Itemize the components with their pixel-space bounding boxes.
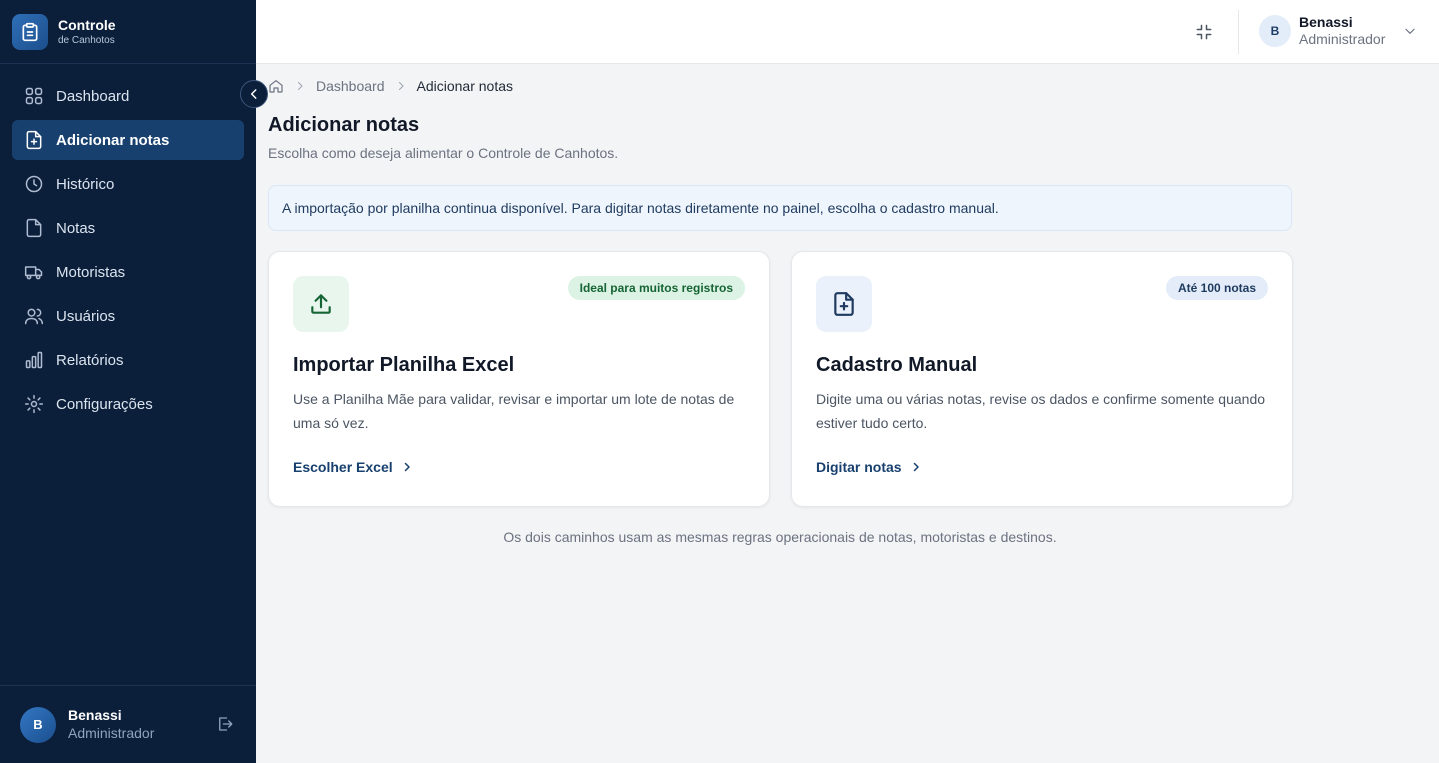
- user-role: Administrador: [1299, 30, 1386, 47]
- sidebar-item-label: Usuários: [56, 307, 116, 325]
- sidebar-item-motoristas[interactable]: Motoristas: [12, 252, 244, 292]
- sidebar-item-label: Notas: [56, 219, 96, 237]
- footnote: Os dois caminhos usam as mesmas regras o…: [503, 529, 1057, 545]
- sidebar-item-dashboard[interactable]: Dashboard: [12, 76, 244, 116]
- sidebar-item-relatorios[interactable]: Relatórios: [12, 340, 244, 380]
- page-subtitle: Escolha como deseja alimentar o Controle…: [268, 145, 619, 161]
- sidebar-item-label: Configurações: [56, 395, 153, 413]
- brand[interactable]: Controle de Canhotos: [0, 0, 256, 64]
- chevron-left-icon: [250, 89, 257, 99]
- chevron-right-icon: [398, 82, 404, 90]
- collapse-sidebar-button[interactable]: [240, 80, 268, 108]
- import-excel-card[interactable]: Ideal para muitos registros Importar Pla…: [268, 251, 770, 507]
- choose-excel-link[interactable]: Escolher Excel: [293, 459, 413, 475]
- avatar: B: [1259, 14, 1291, 47]
- gear-icon: [24, 394, 44, 414]
- clipboard-logo-icon: [12, 13, 48, 50]
- breadcrumb-dashboard[interactable]: Dashboard: [316, 78, 385, 94]
- chevron-down-icon: [1405, 28, 1416, 34]
- sidebar-item-label: Relatórios: [56, 351, 124, 369]
- card-description: Digite uma ou várias notas, revise os da…: [816, 391, 1266, 431]
- main-content: Dashboard Adicionar notas Adicionar nota…: [268, 64, 1293, 545]
- sidebar-item-label: Histórico: [56, 175, 115, 193]
- brand-subtitle: de Canhotos: [58, 34, 115, 46]
- chevron-right-icon: [913, 462, 919, 472]
- card-title: Importar Planilha Excel: [293, 354, 515, 376]
- options-cards: Ideal para muitos registros Importar Pla…: [268, 251, 1293, 507]
- sidebar-item-label: Dashboard: [56, 87, 130, 105]
- home-icon[interactable]: [268, 78, 284, 94]
- avatar[interactable]: B: [20, 706, 56, 743]
- exit-fullscreen-icon[interactable]: [1194, 22, 1214, 42]
- clock-icon: [25, 175, 43, 193]
- chevron-right-icon: [298, 82, 303, 90]
- link-label: Digitar notas: [816, 459, 902, 475]
- user-menu[interactable]: B Benassi Administrador: [1259, 14, 1417, 48]
- sidebar-item-label: Adicionar notas: [56, 131, 170, 149]
- bar-chart-icon: [25, 351, 43, 369]
- breadcrumb: Dashboard Adicionar notas: [268, 64, 1292, 108]
- sidebar-nav: Dashboard Adicionar notas Histórico Nota…: [0, 64, 256, 424]
- card-description: Use a Planilha Mãe para validar, revisar…: [293, 391, 735, 431]
- breadcrumb-current: Adicionar notas: [416, 78, 514, 94]
- file-plus-icon: [26, 130, 42, 150]
- file-icon: [26, 218, 42, 238]
- sidebar-item-configuracoes[interactable]: Configurações: [12, 384, 244, 424]
- divider: [1238, 10, 1239, 54]
- dashboard-icon: [25, 87, 43, 105]
- status-badge: Ideal para muitos registros: [567, 276, 745, 300]
- sidebar-item-historico[interactable]: Histórico: [12, 164, 244, 204]
- brand-title: Controle: [58, 16, 116, 33]
- top-bar: B Benassi Administrador: [256, 0, 1439, 64]
- logout-icon[interactable]: [216, 715, 234, 733]
- sidebar-item-notas[interactable]: Notas: [12, 208, 244, 248]
- sidebar-item-adicionar-notas[interactable]: Adicionar notas: [12, 120, 244, 160]
- users-icon: [24, 308, 44, 325]
- truck-icon: [24, 266, 43, 280]
- user-name: Benassi: [1299, 14, 1353, 30]
- upload-icon: [293, 276, 349, 332]
- status-badge: Até 100 notas: [1165, 276, 1268, 300]
- sidebar-item-label: Motoristas: [56, 263, 126, 281]
- sidebar-user: B Benassi Administrador: [0, 685, 256, 763]
- sidebar-user-role: Administrador: [68, 724, 155, 741]
- chevron-right-icon: [404, 462, 410, 472]
- file-plus-icon: [816, 276, 872, 332]
- info-banner: A importação por planilha continua dispo…: [268, 185, 1292, 231]
- manual-entry-card[interactable]: Até 100 notas Cadastro Manual Digite uma…: [791, 251, 1293, 507]
- card-title: Cadastro Manual: [816, 354, 978, 376]
- page-title: Adicionar notas: [268, 114, 420, 136]
- type-notes-link[interactable]: Digitar notas: [816, 459, 922, 475]
- sidebar: Controle de Canhotos Dashboard Adicionar…: [0, 0, 256, 763]
- sidebar-item-usuarios[interactable]: Usuários: [12, 296, 244, 336]
- link-label: Escolher Excel: [293, 459, 393, 475]
- sidebar-user-name: Benassi: [68, 707, 122, 723]
